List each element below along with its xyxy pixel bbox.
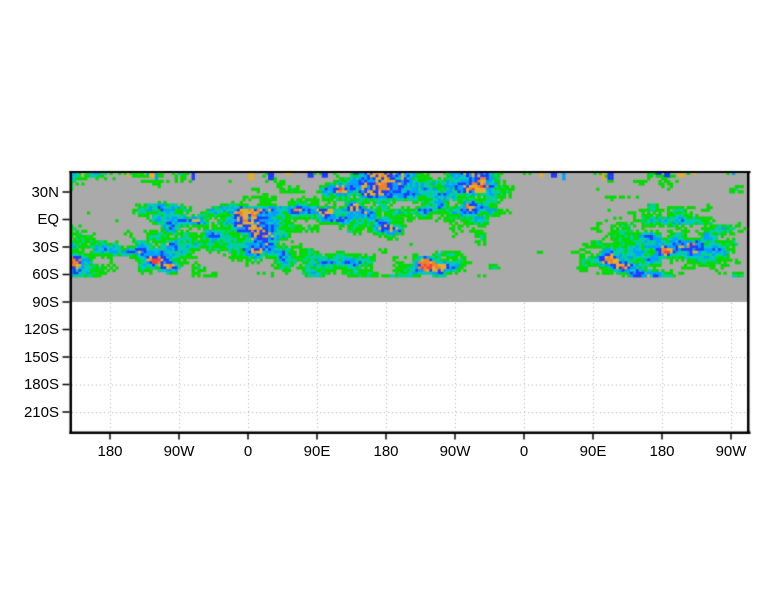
x-tick-label: 180 <box>97 443 123 460</box>
y-tick-label: 150S <box>23 348 59 366</box>
map-plot-canvas <box>0 0 784 612</box>
y-tick-label: 210S <box>23 403 59 421</box>
x-tick-label: 90E <box>303 443 331 460</box>
x-tick-label: 0 <box>519 443 529 460</box>
x-tick-label: 90W <box>439 443 471 460</box>
x-tick-label: 0 <box>243 443 253 460</box>
x-tick-label: 90W <box>715 443 747 460</box>
y-tick-label: EQ <box>37 211 59 228</box>
x-tick-label: 180 <box>649 443 675 460</box>
x-tick-label: 90W <box>163 443 195 460</box>
y-tick-label: 120S <box>23 321 59 338</box>
figure: 180 90W 0 90E 180 90W 0 90E 180 90W 30N … <box>0 0 784 612</box>
y-tick-label: 60S <box>32 266 59 283</box>
y-tick-label: 30N <box>31 183 59 201</box>
x-tick-label: 90E <box>579 443 607 460</box>
y-tick-label: 180S <box>23 376 59 393</box>
y-tick-label: 30S <box>32 238 59 256</box>
y-tick-label: 90S <box>32 293 59 311</box>
x-tick-label: 180 <box>373 443 399 460</box>
